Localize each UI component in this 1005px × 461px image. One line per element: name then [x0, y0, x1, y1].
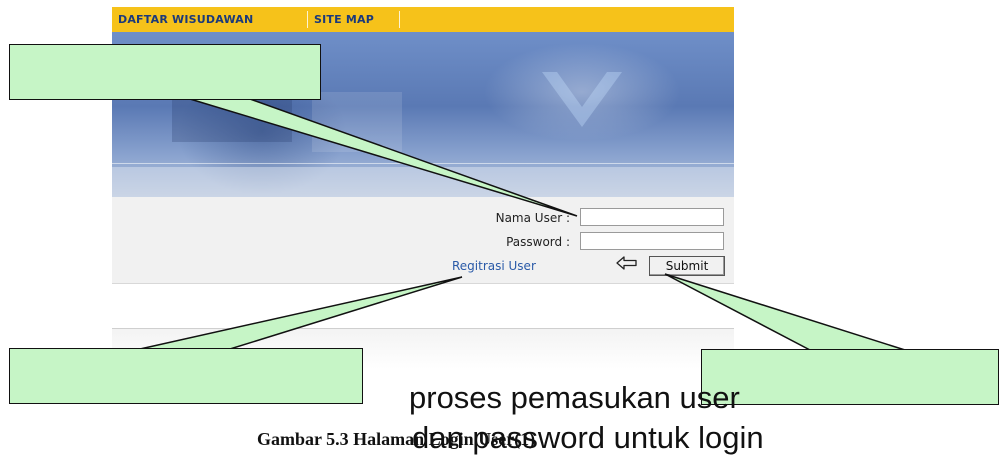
callout-box-username — [9, 44, 321, 100]
callout-box-submit — [701, 349, 999, 405]
figure-caption: Gambar 5.3 Halaman Login User(1) — [257, 429, 536, 449]
callout-box-register — [9, 348, 363, 404]
annotation-line-1: proses pemasukan user — [409, 380, 740, 415]
